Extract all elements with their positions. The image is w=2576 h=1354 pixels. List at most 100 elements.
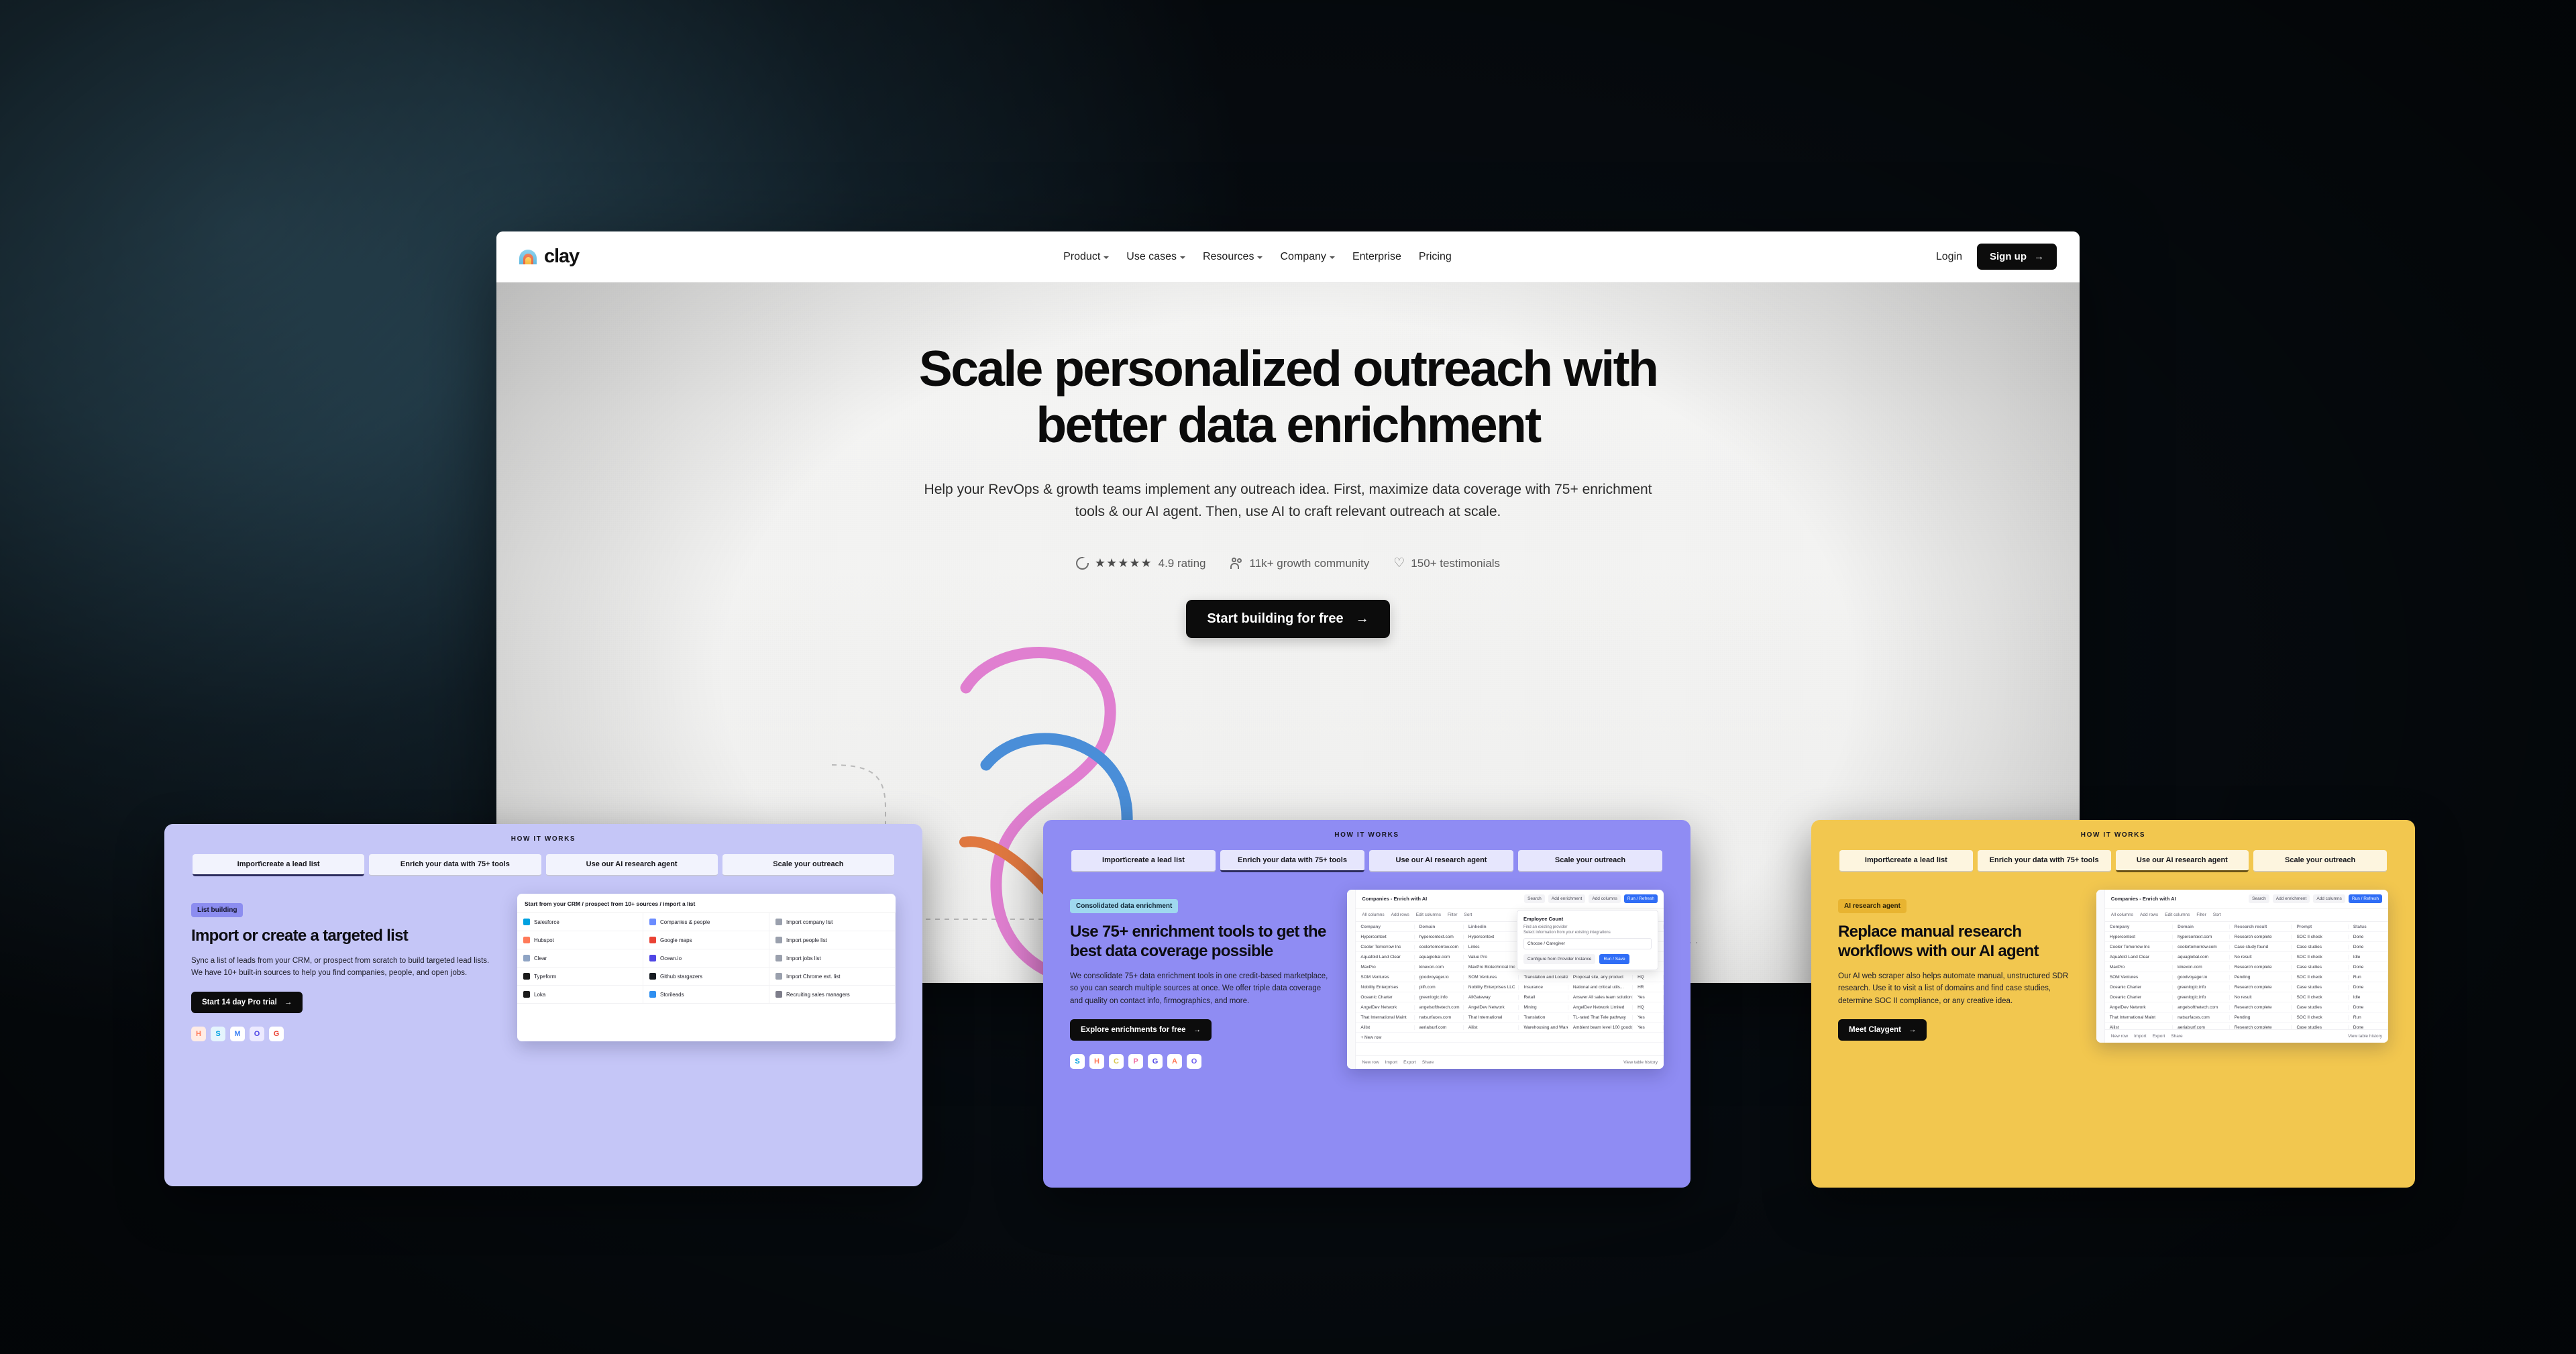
- footer-action[interactable]: New row: [1362, 1060, 1379, 1065]
- table-column-header[interactable]: Status: [2349, 924, 2388, 929]
- table-subbar: All columns Add rows Edit columns Filter Sor…: [2104, 908, 2388, 922]
- table-column-header[interactable]: Linkedin: [1464, 924, 1519, 929]
- table-row[interactable]: Ailist aerialsurf.com Ailist Warehousing an…: [1356, 1023, 1664, 1033]
- meet-claygent-button[interactable]: Meet Claygent →: [1838, 1019, 1927, 1041]
- footer-action[interactable]: Import: [2134, 1034, 2146, 1039]
- source-item[interactable]: Clear: [517, 949, 643, 968]
- footer-action[interactable]: Export: [2153, 1034, 2165, 1039]
- tab-scale-outreach[interactable]: Scale your outreach: [2253, 850, 2387, 872]
- nav-item-product[interactable]: Product: [1063, 251, 1110, 263]
- tab-ai-research-agent[interactable]: Use our AI research agent: [1369, 850, 1513, 872]
- table-row[interactable]: Cooler Tomorrow Inc coolertomorrow.com Cas…: [2104, 942, 2388, 952]
- popover-select[interactable]: Choose / Caregiver: [1523, 938, 1652, 949]
- source-label: Salesforce: [534, 919, 559, 925]
- tab-import-create-lead-list[interactable]: Import\create a lead list: [1071, 850, 1216, 872]
- source-item[interactable]: Import company list: [769, 913, 896, 931]
- table-row[interactable]: Aquafold Land Clear aquaglobal.com No resu…: [2104, 952, 2388, 962]
- source-item[interactable]: Companies & people: [643, 913, 769, 931]
- table-row[interactable]: Oceanic Charter greenlogic.info AllGateway…: [1356, 992, 1664, 1002]
- tab-import-create-lead-list[interactable]: Import\create a lead list: [193, 854, 365, 876]
- subbar-item[interactable]: All columns: [1362, 913, 1384, 917]
- source-item[interactable]: Ocean.io: [643, 949, 769, 968]
- table-column-header[interactable]: Domain: [1415, 924, 1464, 929]
- subbar-item[interactable]: Edit columns: [1416, 913, 1441, 917]
- toolbar-button[interactable]: Search: [2249, 894, 2269, 903]
- add-row-button[interactable]: + New row: [1356, 1033, 1664, 1043]
- subbar-item[interactable]: Add rows: [2140, 913, 2158, 917]
- source-item[interactable]: Storileads: [643, 986, 769, 1004]
- source-item[interactable]: Hubspot: [517, 931, 643, 949]
- tab-enrich-data[interactable]: Enrich your data with 75+ tools: [1220, 850, 1364, 872]
- subbar-item[interactable]: All columns: [2111, 913, 2133, 917]
- table-row[interactable]: SOM Ventures goodvoyager.io SOM Ventures Tr…: [1356, 972, 1664, 982]
- footer-action[interactable]: New row: [2111, 1034, 2128, 1039]
- nav-item-use-cases[interactable]: Use cases: [1126, 251, 1185, 263]
- run-refresh-button[interactable]: Run / Refresh: [2348, 894, 2382, 903]
- source-item[interactable]: Loka: [517, 986, 643, 1004]
- table-cell: MaxPro: [1356, 964, 1415, 970]
- table-cell: kinexon.com: [1415, 964, 1464, 970]
- table-row[interactable]: Hypercontext hypercontext.com Research com…: [2104, 932, 2388, 942]
- nav-item-pricing[interactable]: Pricing: [1419, 251, 1452, 263]
- table-column-header[interactable]: Prompt: [2292, 924, 2349, 929]
- nav-item-enterprise[interactable]: Enterprise: [1352, 251, 1401, 263]
- start-pro-trial-button[interactable]: Start 14 day Pro trial →: [191, 992, 303, 1014]
- signup-button[interactable]: Sign up →: [1977, 244, 2057, 270]
- tab-ai-research-agent[interactable]: Use our AI research agent: [545, 854, 718, 876]
- toolbar-button[interactable]: Add enrichment: [1548, 894, 1586, 903]
- source-item[interactable]: Recruiting sales managers: [769, 986, 896, 1004]
- source-item[interactable]: Import people list: [769, 931, 896, 949]
- subbar-item[interactable]: Add rows: [1391, 913, 1409, 917]
- subbar-item[interactable]: Filter: [1448, 913, 1457, 917]
- source-item[interactable]: Import jobs list: [769, 949, 896, 968]
- footer-action[interactable]: Share: [2171, 1034, 2182, 1039]
- source-item[interactable]: Import Chrome ext. list: [769, 968, 896, 986]
- subbar-item[interactable]: Filter: [2196, 913, 2206, 917]
- view-table-history[interactable]: View table history: [1623, 1060, 1658, 1065]
- table-row[interactable]: AngelDev Network angelsofthetech.com Resea…: [2104, 1002, 2388, 1012]
- subbar-item[interactable]: Sort: [2213, 913, 2221, 917]
- view-table-history[interactable]: View table history: [2348, 1034, 2382, 1039]
- explore-enrichments-button[interactable]: Explore enrichments for free →: [1070, 1019, 1212, 1041]
- source-item[interactable]: Github stargazers: [643, 968, 769, 986]
- source-item[interactable]: Typeform: [517, 968, 643, 986]
- nav-item-resources[interactable]: Resources: [1203, 251, 1263, 263]
- table-row[interactable]: Oceanic Charter greenlogic.info No result S…: [2104, 992, 2388, 1002]
- tab-ai-research-agent[interactable]: Use our AI research agent: [2115, 850, 2249, 872]
- table-column-header[interactable]: Research result: [2230, 924, 2292, 929]
- tab-enrich-data[interactable]: Enrich your data with 75+ tools: [1977, 850, 2111, 872]
- table-row[interactable]: AngelDev Network angelsofthetech.com Angel…: [1356, 1002, 1664, 1012]
- subbar-item[interactable]: Sort: [1464, 913, 1472, 917]
- toolbar-button[interactable]: Search: [1524, 894, 1545, 903]
- table-row[interactable]: Oceanic Charter greenlogic.info Research c…: [2104, 982, 2388, 992]
- start-building-button[interactable]: Start building for free →: [1186, 600, 1390, 639]
- table-row[interactable]: SOM Ventures goodvoyager.io Pending SOC II …: [2104, 972, 2388, 982]
- table-column-header[interactable]: Company: [2105, 924, 2174, 929]
- tab-scale-outreach[interactable]: Scale your outreach: [1518, 850, 1662, 872]
- tab-enrich-data[interactable]: Enrich your data with 75+ tools: [369, 854, 541, 876]
- toolbar-button[interactable]: Add columns: [1589, 894, 1621, 903]
- brand-logo[interactable]: clay: [519, 246, 580, 268]
- subbar-item[interactable]: Edit columns: [2165, 913, 2190, 917]
- login-button[interactable]: Login: [1936, 251, 1962, 263]
- configure-button[interactable]: Configure from Provider Instance: [1523, 954, 1596, 964]
- source-item[interactable]: Salesforce: [517, 913, 643, 931]
- popover-primary-button[interactable]: Run / Save: [1599, 954, 1629, 964]
- source-item[interactable]: Google maps: [643, 931, 769, 949]
- table-column-header[interactable]: Company: [1356, 924, 1415, 929]
- run-refresh-button[interactable]: Run / Refresh: [1623, 894, 1658, 903]
- table-cell: Run: [2349, 974, 2388, 980]
- toolbar-button[interactable]: Add columns: [2313, 894, 2345, 903]
- nav-item-company[interactable]: Company: [1280, 251, 1335, 263]
- table-row[interactable]: That International Maint natsurfaces.com P…: [2104, 1012, 2388, 1023]
- table-row[interactable]: That International Maint natsurfaces.com T…: [1356, 1012, 1664, 1023]
- table-column-header[interactable]: Domain: [2173, 924, 2230, 929]
- footer-action[interactable]: Export: [1403, 1060, 1416, 1065]
- table-row[interactable]: Nobility Enterprises pilfr.com Nobility En…: [1356, 982, 1664, 992]
- table-row[interactable]: MaxPro kinexon.com Research complete Case s…: [2104, 962, 2388, 972]
- toolbar-button[interactable]: Add enrichment: [2272, 894, 2310, 903]
- tab-import-create-lead-list[interactable]: Import\create a lead list: [1839, 850, 1973, 872]
- tab-scale-outreach[interactable]: Scale your outreach: [722, 854, 894, 876]
- footer-action[interactable]: Share: [1422, 1060, 1434, 1065]
- footer-action[interactable]: Import: [1385, 1060, 1397, 1065]
